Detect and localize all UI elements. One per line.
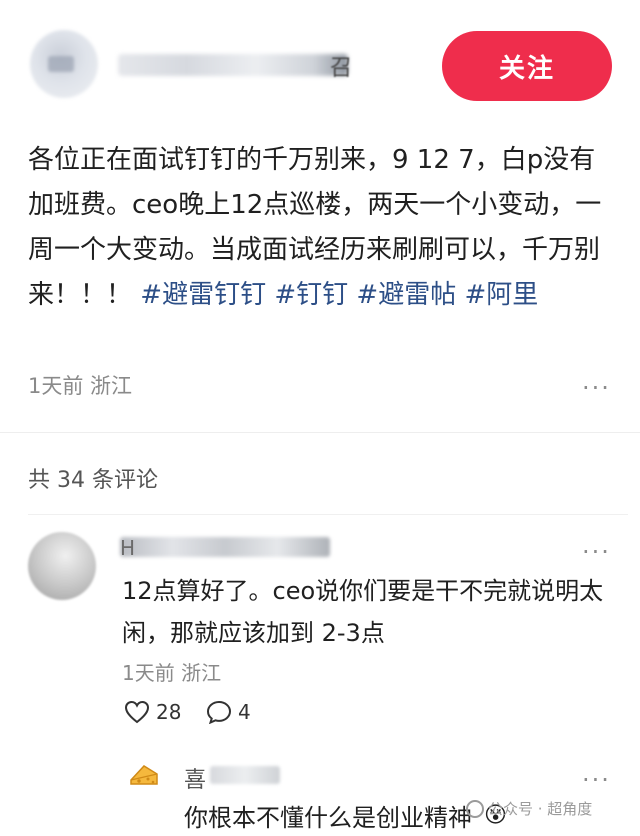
reply-author-redacted[interactable] — [210, 766, 280, 784]
more-icon[interactable]: ··· — [582, 768, 611, 792]
more-icon[interactable]: ··· — [582, 376, 611, 400]
reply-author-partial[interactable]: 喜 — [184, 762, 206, 794]
comment-time-location: 1天前 浙江 — [122, 661, 222, 685]
post-time-location: 1天前 浙江 — [28, 374, 133, 398]
commenter-name-redacted[interactable] — [120, 537, 330, 557]
watermark-text: 公众号 · 超角度 — [488, 800, 593, 818]
commenter-avatar[interactable] — [28, 532, 96, 600]
hashtag-link[interactable]: #阿里 — [464, 280, 538, 310]
section-divider — [0, 432, 640, 433]
hashtag-link[interactable]: #避雷帖 — [356, 280, 456, 310]
like-count: 28 — [156, 700, 182, 724]
comment-icon — [206, 700, 232, 724]
comment-text: 12点算好了。ceo说你们要是干不完就说明太闲，那就应该加到 2-3点 — [122, 577, 604, 647]
like-button[interactable]: 28 — [124, 700, 181, 724]
watermark-logo-icon — [466, 799, 484, 818]
author-name-partial: 召 — [330, 56, 353, 81]
hashtag-link[interactable]: #避雷钉钉 — [140, 280, 266, 310]
reply-text: 你根本不懂什么是创业精神 — [184, 804, 472, 832]
comment-divider — [28, 514, 628, 515]
post-header: 召 关注 — [0, 0, 640, 130]
hashtag-link[interactable]: #钉钉 — [274, 280, 348, 310]
watermark: 公众号 · 超角度 — [466, 798, 592, 819]
follow-button[interactable]: 关注 — [442, 31, 612, 101]
comment-count: 共 34 条评论 — [28, 468, 158, 493]
heart-icon — [124, 700, 150, 724]
commenter-name-partial: H — [120, 536, 136, 560]
reply-button[interactable]: 4 — [206, 700, 251, 724]
more-icon[interactable]: ··· — [582, 540, 611, 564]
author-avatar[interactable] — [30, 30, 98, 98]
post-content: 各位正在面试钉钉的千万别来，9 12 7，白p没有加班费。ceo晚上12点巡楼，… — [28, 138, 618, 318]
reply-count: 4 — [238, 700, 251, 724]
author-name-redacted[interactable] — [118, 54, 348, 76]
cheese-icon — [130, 765, 158, 785]
